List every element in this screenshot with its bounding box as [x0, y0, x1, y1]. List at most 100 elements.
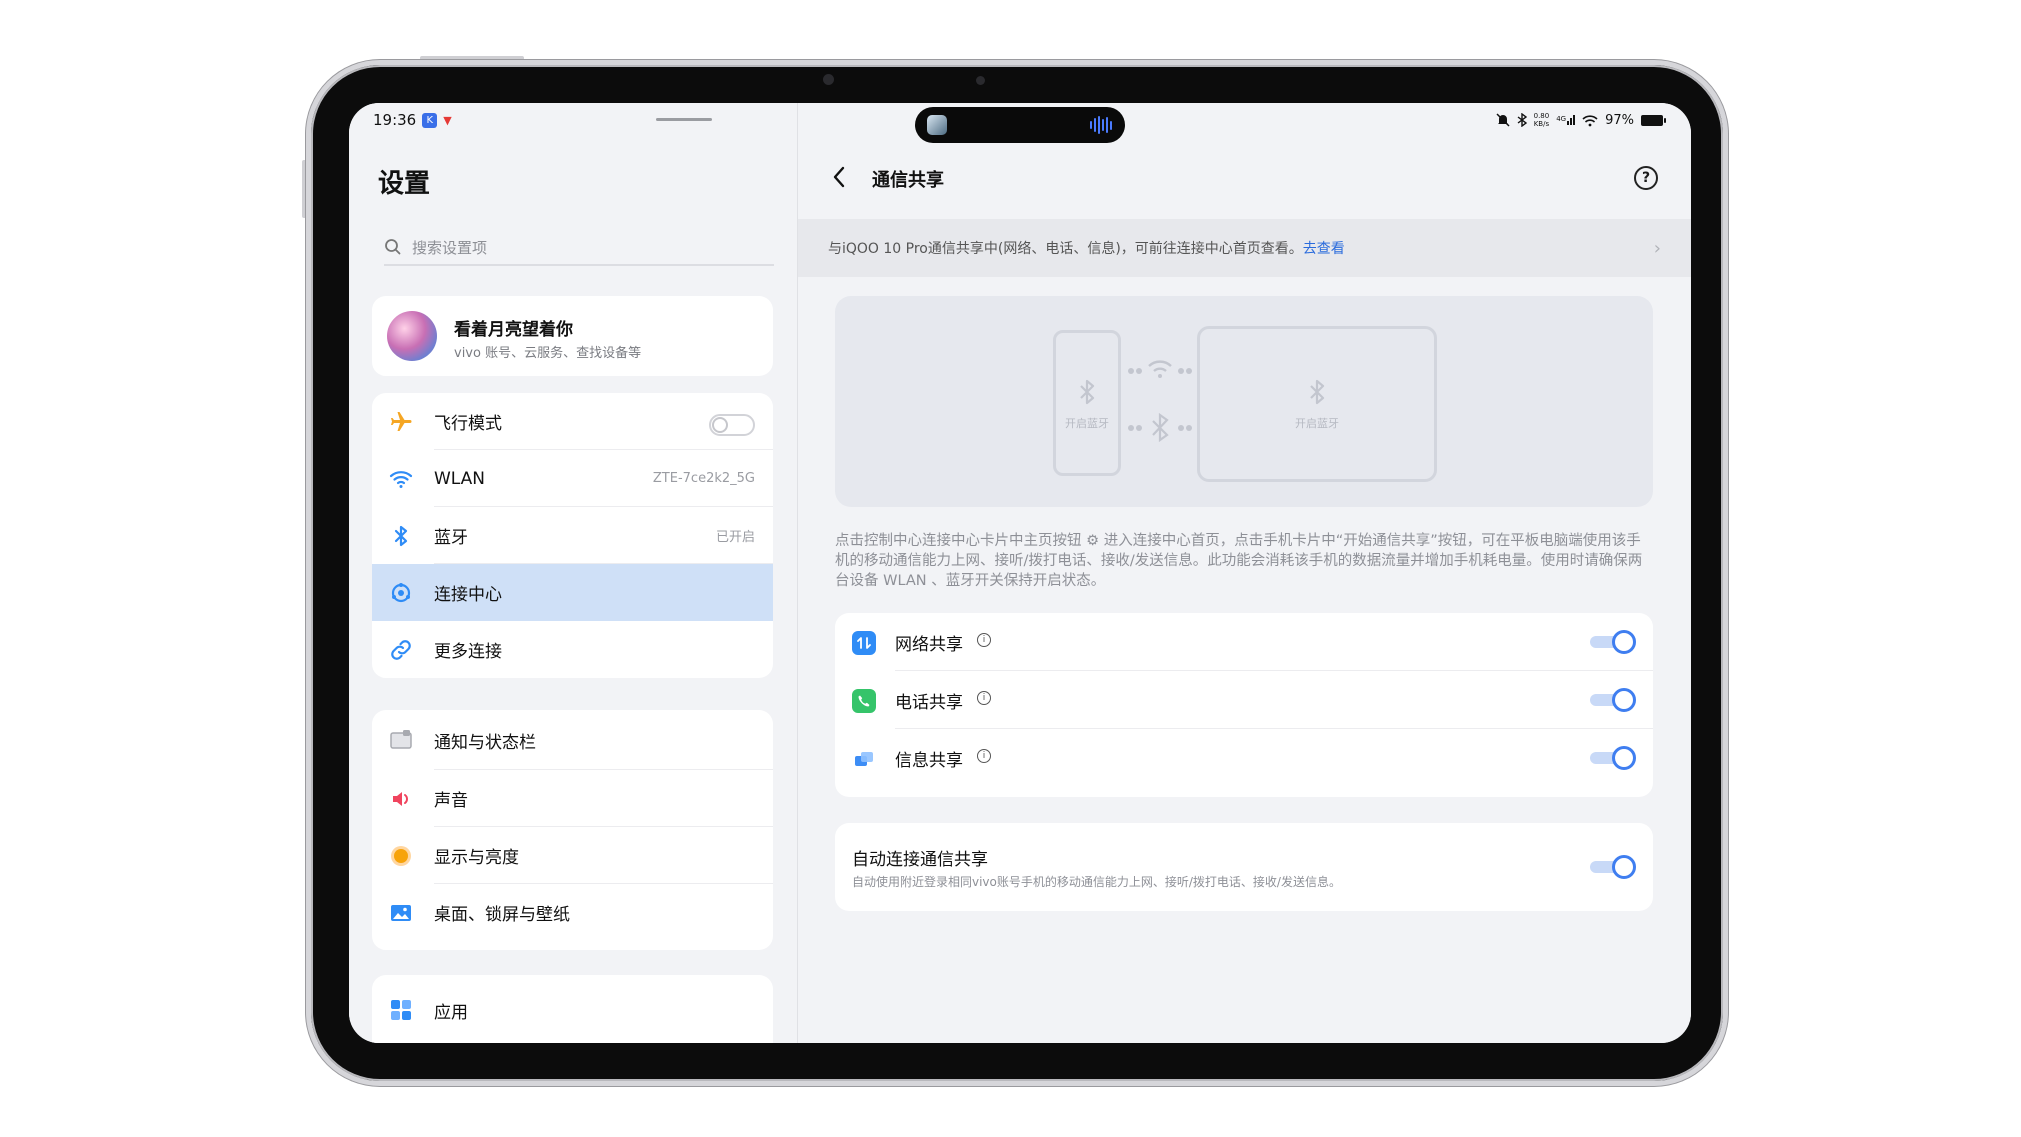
wifi-icon [388, 466, 414, 492]
sound-icon [388, 786, 414, 812]
sharing-status-banner[interactable]: 与iQOO 10 Pro通信共享中(网络、电话、信息)，可前往连接中心首页查看。… [798, 219, 1691, 277]
cellular-signal-icon: 4G [1556, 115, 1576, 125]
toggle-knob [1612, 630, 1636, 654]
network-share-label: 网络共享 [895, 635, 963, 655]
net-speed-unit: KB/s [1533, 120, 1550, 128]
feature-description: 点击控制中心连接中心卡片中主页按钮 ⚙ 进入连接中心首页，点击手机卡片中“开始通… [835, 533, 1643, 589]
split-handle[interactable] [656, 118, 712, 121]
help-icon[interactable]: ? [1634, 166, 1658, 190]
search-placeholder: 搜索设置项 [412, 238, 488, 257]
battery-percent: 97% [1605, 112, 1634, 128]
settings-sidebar: 19:36 K ▼ 设置 搜索设置项 看着月亮望着你 vivo 账号、云服务、查… [349, 103, 797, 1043]
battery-icon [1641, 114, 1666, 126]
sidebar-item-label: WLAN [434, 468, 486, 489]
message-share-row[interactable]: 信息共享 i [835, 729, 1653, 787]
info-icon[interactable]: i [977, 691, 991, 705]
connectivity-group: 飞行模式 WLAN ZTE-7ce2k2_5G 蓝牙 已开启 连接中心 更多连接 [372, 393, 773, 678]
tablet-illustration: 开启蓝牙 [1197, 326, 1437, 482]
sidebar-item-airplane-mode[interactable]: 飞行模式 [372, 393, 773, 450]
clock-text: 19:36 [373, 111, 417, 129]
page-title: 通信共享 [872, 170, 944, 191]
sidebar-item-bluetooth[interactable]: 蓝牙 已开启 [372, 507, 773, 564]
status-time: 19:36 K ▼ [373, 111, 452, 129]
airplane-mode-toggle[interactable] [709, 414, 755, 436]
sidebar-item-wlan[interactable]: WLAN ZTE-7ce2k2_5G [372, 450, 773, 507]
front-camera [823, 74, 834, 85]
bluetooth-icon [1080, 379, 1095, 405]
sidebar-item-label: 显示与亮度 [434, 848, 519, 868]
banner-link[interactable]: 去查看 [1303, 241, 1345, 257]
bluetooth-icon [388, 523, 414, 549]
auto-connect-card[interactable]: 自动连接通信共享 自动使用附近登录相同vivo账号手机的移动通信能力上网、接听/… [835, 823, 1653, 911]
sidebar-item-label: 飞行模式 [434, 414, 502, 434]
network-share-icon [852, 631, 876, 655]
bluetooth-status-icon [1517, 113, 1527, 127]
wifi-status-icon [1582, 114, 1598, 126]
sharing-options-card: 网络共享 i 电话共享 i 信息共享 i [835, 613, 1653, 797]
wlan-network-name: ZTE-7ce2k2_5G [652, 471, 755, 486]
wallpaper-icon [388, 900, 414, 926]
sharing-illustration: 开启蓝牙 开启蓝牙 [835, 296, 1653, 507]
sidebar-item-label: 桌面、锁屏与壁纸 [434, 905, 570, 925]
vivo-notification-icon: ▼ [443, 113, 452, 127]
phone-illustration: 开启蓝牙 [1053, 330, 1121, 476]
info-icon[interactable]: i [977, 633, 991, 647]
sidebar-item-display[interactable]: 显示与亮度 [372, 827, 773, 884]
banner-message: 与iQOO 10 Pro通信共享中(网络、电话、信息)，可前往连接中心首页查看。 [828, 241, 1303, 257]
sidebar-item-wallpaper[interactable]: 桌面、锁屏与壁纸 [372, 884, 773, 941]
apps-group: 应用 [372, 975, 773, 1043]
account-subtitle: vivo 账号、云服务、查找设备等 [454, 346, 642, 361]
page-title: 设置 [378, 169, 431, 199]
phone-share-toggle[interactable] [1590, 688, 1636, 712]
phone-share-row[interactable]: 电话共享 i [835, 671, 1653, 729]
device-group: 通知与状态栏 声音 显示与亮度 桌面、锁屏与壁纸 [372, 710, 773, 950]
sidebar-item-apps[interactable]: 应用 [372, 975, 773, 1043]
tablet-label: 开启蓝牙 [1295, 417, 1339, 430]
sidebar-item-label: 通知与状态栏 [434, 732, 536, 753]
message-share-icon [852, 747, 876, 771]
sidebar-item-sound[interactable]: 声音 [372, 770, 773, 827]
back-arrow-icon[interactable] [832, 166, 846, 188]
auto-connect-toggle[interactable] [1590, 855, 1636, 879]
net-speed: 0.80 KB/s [1534, 112, 1550, 128]
link-wave-icon [1128, 360, 1192, 443]
net-speed-value: 0.80 [1533, 112, 1550, 120]
avatar [387, 311, 437, 361]
info-icon[interactable]: i [977, 749, 991, 763]
chevron-right-icon: › [1653, 237, 1661, 259]
search-icon [385, 239, 401, 255]
network-type: 4G [1556, 115, 1567, 123]
audio-wave-icon [1090, 116, 1112, 134]
connection-center-icon [388, 580, 414, 606]
sidebar-item-label: 连接中心 [434, 585, 502, 605]
phone-share-icon [852, 689, 876, 713]
dynamic-island[interactable] [915, 107, 1125, 143]
auto-connect-title: 自动连接通信共享 [852, 850, 988, 870]
screen: 19:36 K ▼ 设置 搜索设置项 看着月亮望着你 vivo 账号、云服务、查… [349, 103, 1691, 1043]
phone-label: 开启蓝牙 [1065, 417, 1109, 430]
account-card[interactable]: 看着月亮望着你 vivo 账号、云服务、查找设备等 [372, 296, 773, 376]
app-notification-icon: K [422, 112, 438, 128]
toggle-knob [1612, 688, 1636, 712]
network-share-row[interactable]: 网络共享 i [835, 613, 1653, 671]
banner-text: 与iQOO 10 Pro通信共享中(网络、电话、信息)，可前往连接中心首页查看。… [828, 238, 1345, 258]
phone-share-label: 电话共享 [895, 693, 963, 713]
network-share-toggle[interactable] [1590, 630, 1636, 654]
airplane-icon [388, 409, 414, 435]
sidebar-item-more-connections[interactable]: 更多连接 [372, 621, 773, 678]
apps-icon [388, 997, 414, 1023]
notification-icon [388, 727, 414, 753]
toggle-knob [1612, 855, 1636, 879]
sidebar-item-notifications[interactable]: 通知与状态栏 [372, 710, 773, 770]
app-thumbnail-icon [927, 115, 947, 135]
search-input[interactable]: 搜索设置项 [384, 230, 774, 266]
bluetooth-icon [1310, 379, 1325, 405]
bluetooth-status: 已开启 [715, 530, 755, 545]
sidebar-item-connection-center[interactable]: 连接中心 [372, 564, 773, 621]
sensor [976, 76, 985, 85]
auto-connect-subtitle: 自动使用附近登录相同vivo账号手机的移动通信能力上网、接听/拨打电话、接收/发… [852, 875, 1341, 889]
sidebar-item-label: 更多连接 [434, 642, 502, 662]
detail-pane: 0.80 KB/s 4G 97% 通信共享 ? 与iQOO 10 Pro通信共享… [798, 103, 1691, 1043]
message-share-label: 信息共享 [895, 751, 963, 771]
message-share-toggle[interactable] [1590, 746, 1636, 770]
